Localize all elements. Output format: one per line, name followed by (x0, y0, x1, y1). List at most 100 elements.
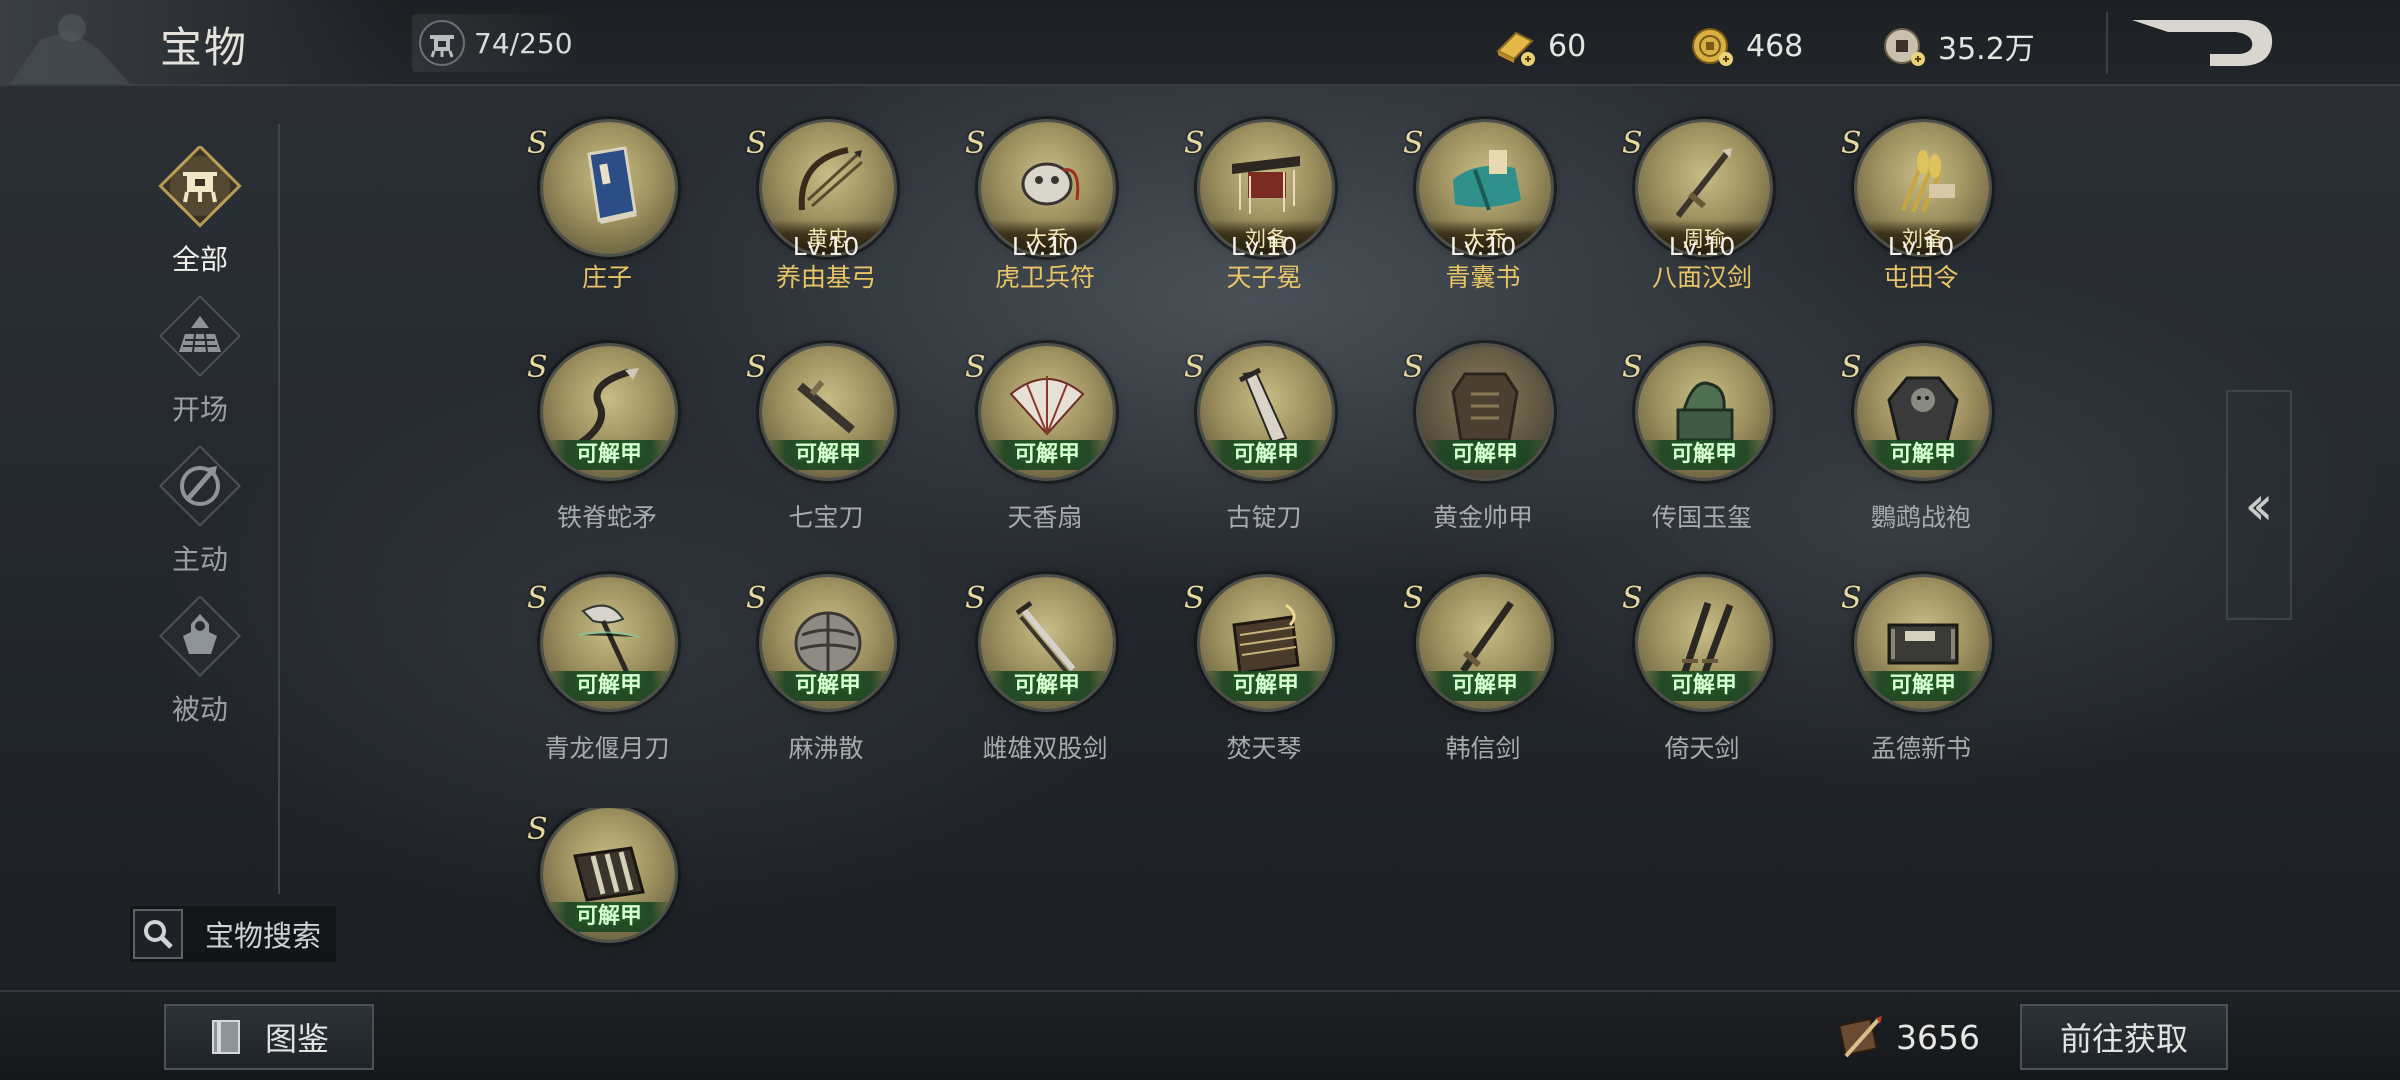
catalog-book-icon (211, 1020, 240, 1054)
capacity-value: 74/250 (474, 26, 573, 60)
treasure-disc: 可解甲 (1638, 577, 1770, 709)
treasure-item-tieji-shemao[interactable]: 可解甲 S 铁脊蛇矛 (507, 346, 707, 546)
treasure-name: 屯田令 (1883, 263, 1959, 292)
treasure-item-tianxiang-shan[interactable]: 可解甲 S 天香扇 (945, 346, 1145, 546)
unequip-badge: 可解甲 (981, 671, 1113, 701)
treasure-name: 鸚鹉战袍 (1870, 503, 1971, 532)
nav-passive[interactable]: 被动 (140, 596, 260, 726)
nav-active[interactable]: 主动 (140, 446, 260, 576)
grade-label: S (1403, 581, 1424, 616)
capacity-counter: 74/250 (412, 14, 582, 72)
unequip-badge: 可解甲 (762, 440, 894, 470)
treasure-name: 传国玉玺 (1651, 503, 1752, 532)
treasure-name: 麻沸散 (788, 734, 864, 763)
unequip-badge: 可解甲 (543, 671, 675, 701)
grade-label: S (1403, 350, 1424, 385)
treasure-disc: 可解甲 (1638, 346, 1770, 478)
treasure-name: 养由基弓 (775, 263, 876, 292)
treasure-item-mafei-san[interactable]: 可解甲 S 麻沸散 (726, 577, 926, 777)
copper-coin-value: 35.2万 (1938, 32, 2035, 67)
gold-bar-currency[interactable]: 60 (1490, 20, 1586, 72)
catalog-button[interactable]: 图鉴 (164, 1004, 374, 1070)
nav-passive-label: 被动 (171, 693, 228, 726)
treasure-name: 焚天琴 (1226, 734, 1302, 763)
level-label: Lv.10 (1668, 232, 1736, 261)
treasure-disc (543, 122, 675, 254)
treasure-item-chuanguo-yuxi[interactable]: 可解甲 S 传国玉玺 (1602, 346, 1802, 546)
double-chevron-left-icon: ‹‹ (2244, 473, 2273, 537)
nav-opening[interactable]: 开场 (140, 296, 260, 426)
treasure-disc: 可解甲 (1419, 346, 1551, 478)
treasure-name: 庄子 (581, 263, 632, 292)
grade-label: S (527, 581, 548, 616)
wheat-icon (1901, 150, 1955, 213)
treasure-item-tuntian-ling[interactable]: 刘备 S Lv.10 屯田令 (1821, 122, 2021, 322)
treasure-disc: 可解甲 (1857, 346, 1989, 478)
passive-skill-icon (158, 596, 242, 678)
grade-label: S (527, 126, 548, 161)
grade-label: S (965, 581, 986, 616)
grade-label: S (527, 812, 548, 847)
grade-label: S (1622, 581, 1643, 616)
unequip-badge: 可解甲 (1638, 671, 1770, 701)
treasure-item-zhuangzi[interactable]: S 庄子 (507, 122, 707, 322)
gold-coin-currency[interactable]: 468 (1688, 20, 1803, 72)
nav-opening-label: 开场 (171, 393, 228, 426)
unequip-badge: 可解甲 (1200, 671, 1332, 701)
treasure-name: 古锭刀 (1226, 503, 1302, 532)
treasure-disc: 可解甲 (1200, 346, 1332, 478)
treasure-disc: 可解甲 (762, 577, 894, 709)
nav-all[interactable]: 全部 (140, 146, 260, 276)
all-category-icon (158, 146, 242, 228)
return-arrow-icon[interactable] (2128, 14, 2278, 74)
grade-label: S (1841, 350, 1862, 385)
grade-label: S (965, 126, 986, 161)
unequip-badge: 可解甲 (1200, 440, 1332, 470)
go-obtain-button[interactable]: 前往获取 (2020, 1004, 2228, 1070)
top-bar: 宝物 74/250 60 468 35.2万 (0, 0, 2400, 86)
grade-label: S (1841, 126, 1862, 161)
treasure-item-mengde-xinshu[interactable]: 可解甲 S 孟德新书 (1821, 577, 2021, 777)
collapse-panel-tab[interactable]: ‹‹ (2226, 390, 2292, 620)
treasure-item-qinglong-yanyuedao[interactable]: 可解甲 S 青龙偃月刀 (507, 577, 707, 777)
copper-coin-currency[interactable]: 35.2万 (1880, 20, 2035, 72)
level-label: Lv.10 (1887, 232, 1955, 261)
nav-divider (278, 124, 280, 894)
catalog-label: 图鉴 (264, 1020, 329, 1058)
nav-all-label: 全部 (171, 243, 228, 276)
treasure-disc: 可解甲 (543, 346, 675, 478)
unequip-badge: 可解甲 (1857, 440, 1989, 470)
treasure-item-qibao-dao[interactable]: 可解甲 S 七宝刀 (726, 346, 926, 546)
crown-icon (1232, 156, 1300, 214)
treasure-name: 青龙偃月刀 (544, 734, 670, 763)
opening-icon (158, 296, 242, 378)
treasure-item-huwei-bingfu[interactable]: 大乔 S Lv.10 虎卫兵符 (945, 122, 1145, 322)
treasure-item-hanxin-jian[interactable]: 可解甲 S 韩信剑 (1383, 577, 1583, 777)
treasure-item-huangjin-shuaijia[interactable]: 可解甲 S 黄金帅甲 (1383, 346, 1583, 546)
treasure-item-yitian-jian[interactable]: 可解甲 S 倚天剑 (1602, 577, 1802, 777)
brush-token-value: 3656 (1896, 1017, 1980, 1057)
page-title: 宝物 (160, 23, 249, 72)
treasure-item-fentian-qin[interactable]: 可解甲 S 焚天琴 (1164, 577, 1364, 777)
treasure-item-guding-dao[interactable]: 可解甲 S 古锭刀 (1164, 346, 1364, 546)
grade-label: S (1841, 581, 1862, 616)
treasure-disc: 可解甲 (1419, 577, 1551, 709)
treasure-item-bamboo-slips[interactable]: 可解甲 S (507, 808, 707, 960)
treasure-disc: 可解甲 (543, 577, 675, 709)
level-label: Lv.10 (792, 232, 860, 261)
grade-label: S (746, 581, 767, 616)
treasure-disc: 可解甲 (981, 577, 1113, 709)
treasure-item-yangyouji-bow[interactable]: 黄忠 S Lv.10 养由基弓 (726, 122, 926, 322)
gold-coin-icon (1692, 28, 1733, 66)
search-icon (133, 909, 183, 959)
tiger-token-icon (1021, 162, 1080, 206)
brush-token-counter: 3656 (1836, 1008, 1980, 1066)
treasure-item-qingnang-shu[interactable]: 大乔 S Lv.10 青囊书 (1383, 122, 1583, 322)
treasure-item-bamian-hanjian[interactable]: 周瑜 S Lv.10 八面汉剑 (1602, 122, 1802, 322)
treasure-item-cixiong-shuanggujian[interactable]: 可解甲 S 雌雄双股剑 (945, 577, 1145, 777)
treasure-search[interactable]: 宝物搜索 (130, 906, 336, 962)
unequip-badge: 可解甲 (543, 902, 675, 932)
treasure-item-tianzi-mian[interactable]: 刘备 S Lv.10 天子冕 (1164, 122, 1364, 322)
treasure-name: 铁脊蛇矛 (556, 503, 657, 532)
treasure-item-yingwu-zhanpao[interactable]: 可解甲 S 鸚鹉战袍 (1821, 346, 2021, 546)
